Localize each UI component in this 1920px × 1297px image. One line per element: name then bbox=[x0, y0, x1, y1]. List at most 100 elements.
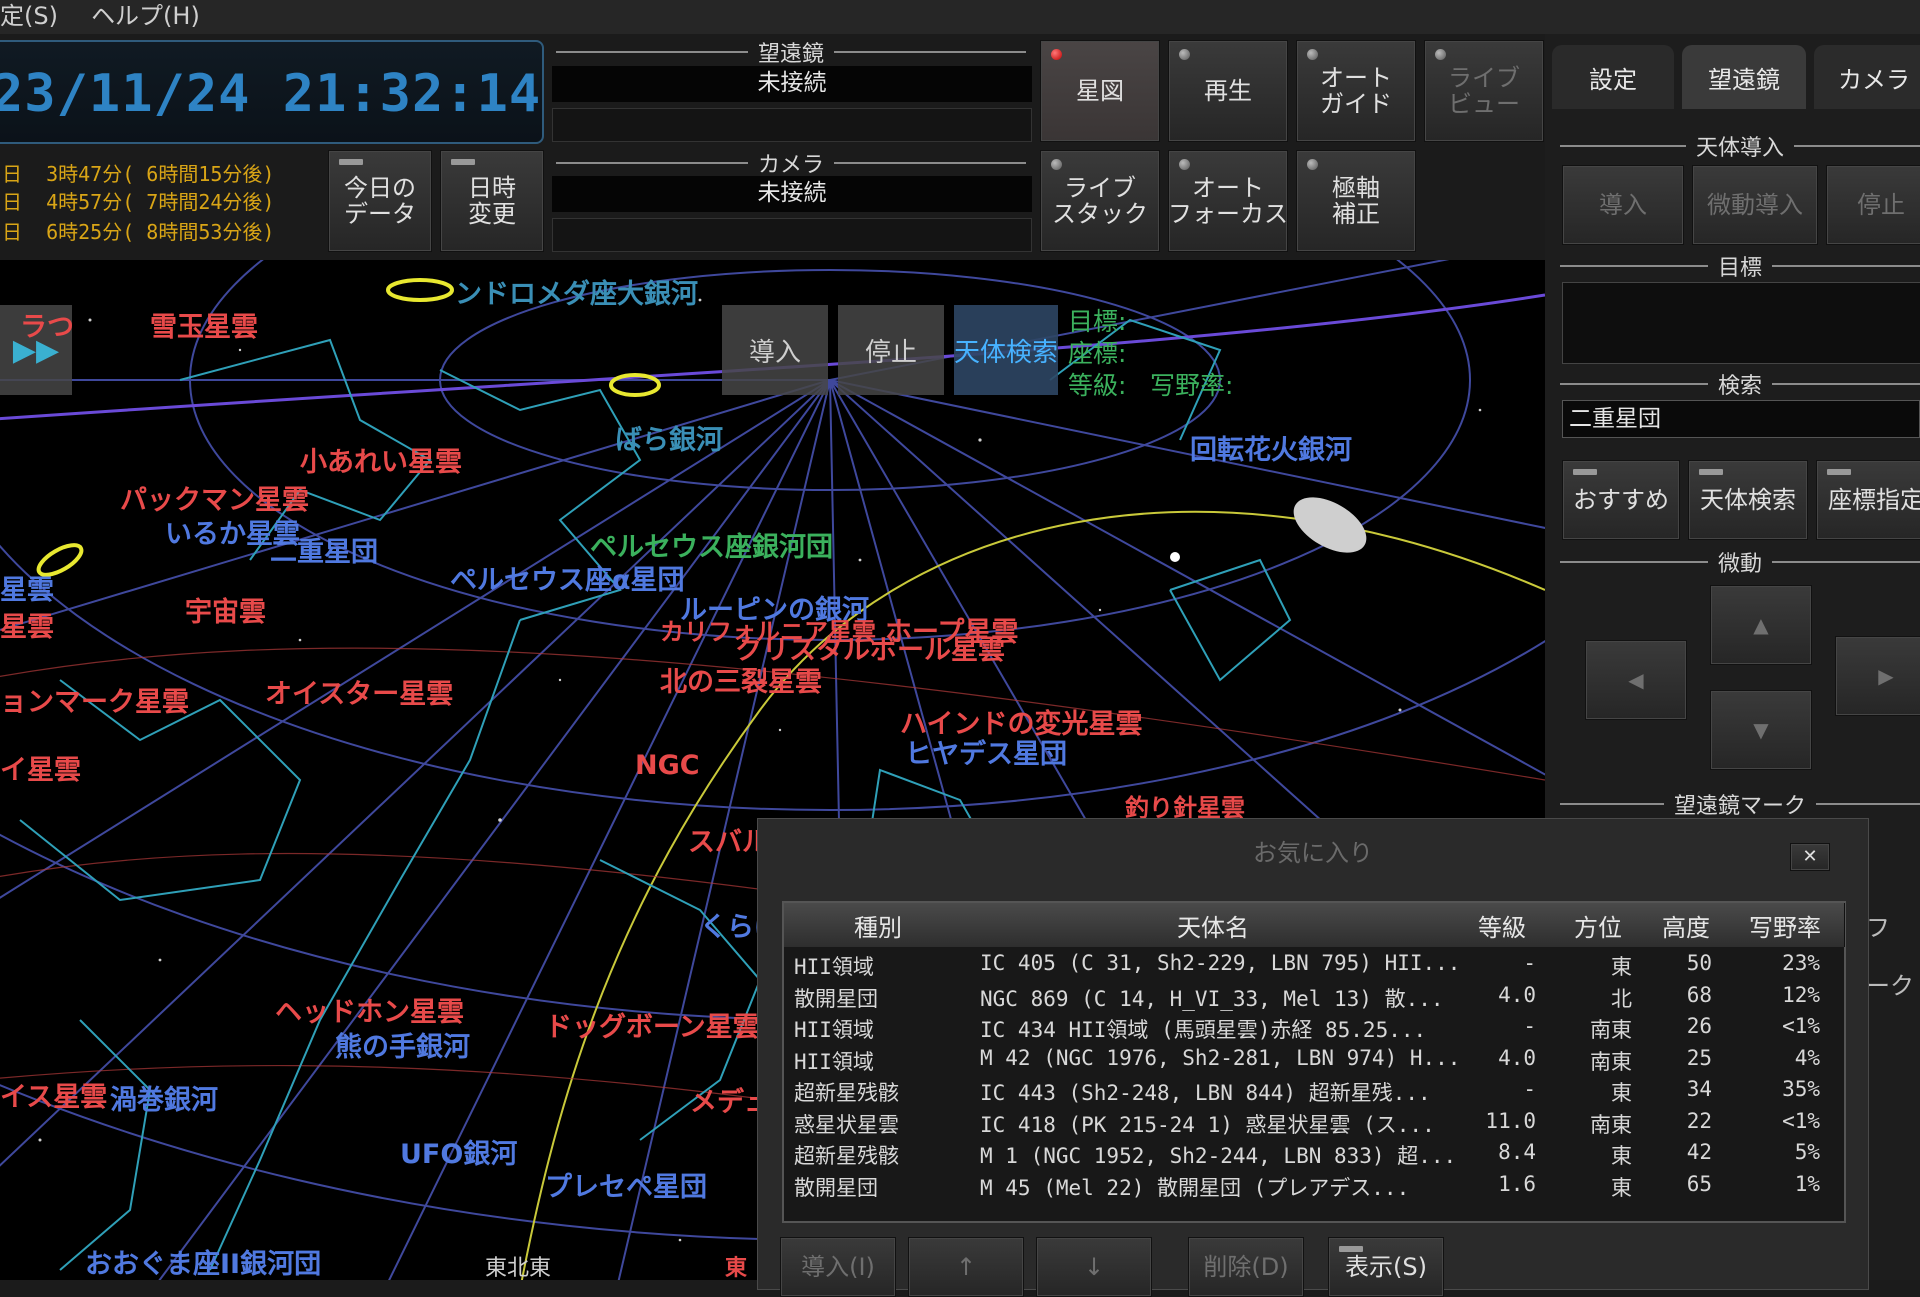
move-down-button[interactable]: ↓ bbox=[1036, 1237, 1152, 1297]
label-dogbone[interactable]: ドッグボーン星雲 bbox=[545, 1005, 760, 1044]
label-oyster[interactable]: オイスター星雲 bbox=[265, 672, 453, 711]
label-small-dumbbell[interactable]: 小あれい星雲 bbox=[300, 440, 462, 479]
object-search-label: 天体検索 bbox=[1700, 486, 1796, 514]
live-stack-button[interactable]: ライブ スタック bbox=[1040, 150, 1160, 252]
label-hyades[interactable]: ヒヤデス星団 bbox=[905, 732, 1067, 771]
table-row[interactable]: HII領域 IC 405 (C 31, Sh2-229, LBN 795) HII… bbox=[784, 949, 1844, 980]
tab-settings[interactable]: 設定 bbox=[1552, 45, 1674, 109]
cell-magnitude: - bbox=[1523, 1014, 1536, 1038]
compass-direction: 東北東 bbox=[485, 1256, 552, 1280]
jog-down-icon[interactable]: ▼ bbox=[1710, 690, 1812, 770]
jog-left-icon[interactable]: ◀ bbox=[1585, 640, 1687, 720]
label-north-trifid[interactable]: 北の三裂星雲 bbox=[660, 660, 822, 699]
sky-stop-button[interactable]: 停止 bbox=[838, 305, 944, 395]
table-row[interactable]: HII領域 IC 434 HII領域 (馬頭星雲)赤経 85.25... - 南東 26… bbox=[784, 1012, 1844, 1043]
label-ursa-major-cluster[interactable]: おおぐま座II銀河団 bbox=[85, 1242, 321, 1280]
label-question[interactable]: ョンマーク星雲 bbox=[0, 680, 189, 719]
recommend-button[interactable]: おすすめ bbox=[1562, 460, 1680, 540]
column-header-name[interactable]: 天体名 bbox=[972, 903, 1455, 947]
delete-button[interactable]: 削除(D) bbox=[1188, 1237, 1304, 1297]
column-header-azimuth[interactable]: 方位 bbox=[1550, 903, 1647, 947]
label-bara[interactable]: ばら銀河 bbox=[615, 418, 723, 457]
sky-search-button[interactable]: 天体検索 bbox=[954, 305, 1058, 395]
cell-type: 惑星状星雲 bbox=[794, 1112, 899, 1137]
table-row[interactable]: 散開星団 NGC 869 (C 14, H_VI_33, Mel 13) 散...… bbox=[784, 981, 1844, 1012]
status-led bbox=[1051, 159, 1062, 170]
menu-bar: 定(S) ヘルプ(H) bbox=[0, 0, 1920, 34]
table-row[interactable]: 散開星団 M 45 (Mel 22) 散開星団 (プレアデス... 1.6 東 65 1% bbox=[784, 1170, 1844, 1201]
cell-magnitude: - bbox=[1523, 1077, 1536, 1101]
search-input[interactable]: 二重星団 bbox=[1562, 400, 1920, 438]
playback-button[interactable]: 再生 bbox=[1168, 40, 1288, 142]
fine-goto-button[interactable]: 微動導入 bbox=[1692, 165, 1818, 245]
cell-name: M 45 (Mel 22) 散開星団 (プレアデス... bbox=[980, 1175, 1410, 1200]
label-andromeda[interactable]: ンドロメダ座大銀河 bbox=[455, 272, 698, 311]
label-cosmic[interactable]: 宇宙雲 bbox=[185, 590, 266, 629]
show-label: 表示(S) bbox=[1345, 1253, 1427, 1281]
stop-button[interactable]: 停止 bbox=[1826, 165, 1920, 245]
object-search-button[interactable]: 天体検索 bbox=[1688, 460, 1808, 540]
menu-item-settings[interactable]: 定(S) bbox=[0, 2, 58, 30]
stop-label: 停止 bbox=[1857, 191, 1905, 219]
change-datetime-label: 日時 変更 bbox=[468, 174, 516, 228]
column-header-fov[interactable]: 写野率 bbox=[1726, 903, 1845, 947]
goto-section: 天体導入 bbox=[1560, 130, 1920, 162]
fine-goto-label: 微動導入 bbox=[1707, 191, 1803, 219]
table-row[interactable]: 惑星状星雲 IC 418 (PK 215-24 1) 惑星状星雲 (ス... 11.… bbox=[784, 1107, 1844, 1138]
cell-altitude: 34 bbox=[1686, 1077, 1712, 1101]
today-data-button[interactable]: 今日の データ bbox=[328, 150, 432, 252]
polar-align-button[interactable]: 極軸 補正 bbox=[1296, 150, 1416, 252]
label-ufo[interactable]: UFO銀河 bbox=[400, 1132, 517, 1171]
label-left-a[interactable]: イ星雲 bbox=[0, 748, 81, 787]
label-snowball[interactable]: 雪玉星雲 bbox=[150, 305, 258, 344]
label-pinwheel[interactable]: 回転花火銀河 bbox=[1190, 428, 1352, 467]
column-header-altitude[interactable]: 高度 bbox=[1646, 903, 1727, 947]
label-wall[interactable]: 星雲 bbox=[0, 568, 54, 607]
auto-focus-button[interactable]: オート フォーカス bbox=[1168, 150, 1288, 252]
column-header-type[interactable]: 種別 bbox=[784, 903, 973, 947]
cell-type: 散開星団 bbox=[794, 1175, 878, 1200]
label-nebula-left[interactable]: ラつ bbox=[20, 305, 74, 344]
move-up-button[interactable]: ↑ bbox=[908, 1237, 1024, 1297]
jog-up-icon[interactable]: ▲ bbox=[1710, 585, 1812, 665]
column-header-magnitude[interactable]: 等級 bbox=[1454, 903, 1551, 947]
label-bear-paw[interactable]: 熊の手銀河 bbox=[335, 1025, 470, 1064]
star-chart-button[interactable]: 星図 bbox=[1040, 40, 1160, 142]
sky-goto-button[interactable]: 導入 bbox=[722, 305, 828, 395]
cell-altitude: 25 bbox=[1686, 1045, 1712, 1070]
label-double-cluster[interactable]: 二重星団 bbox=[270, 530, 378, 569]
datetime-text: 23/11/24 21:32:14 bbox=[0, 64, 542, 124]
telescope-mark-section: 望遠鏡マーク bbox=[1560, 788, 1920, 820]
tab-telescope[interactable]: 望遠鏡 bbox=[1682, 45, 1806, 109]
label-left-c[interactable]: イス星雲 bbox=[0, 1075, 107, 1114]
coord-input-button[interactable]: 座標指定 bbox=[1816, 460, 1920, 540]
cell-magnitude: - bbox=[1523, 951, 1536, 975]
label-ngc[interactable]: NGC bbox=[635, 750, 700, 781]
label-spiral[interactable]: 渦巻銀河 bbox=[110, 1078, 218, 1117]
partial-label-2: ーク bbox=[1866, 972, 1914, 1000]
label-alpha-per[interactable]: ペルセウス座α星団 bbox=[450, 558, 685, 597]
label-left-b[interactable]: 星雲 bbox=[0, 605, 54, 644]
auto-guide-button[interactable]: オート ガイド bbox=[1296, 40, 1416, 142]
auto-guide-label: オート ガイド bbox=[1320, 64, 1392, 118]
rise-time-1: 日 3時47分( 6時間15分後) bbox=[2, 162, 275, 186]
close-icon[interactable]: ✕ bbox=[1790, 843, 1830, 871]
table-row[interactable]: HII領域 M 42 (NGC 1976, Sh2-281, LBN 974) H… bbox=[784, 1044, 1844, 1075]
cell-azimuth: 東 bbox=[1611, 1081, 1632, 1105]
show-button[interactable]: 表示(S) bbox=[1328, 1237, 1444, 1297]
label-headphone[interactable]: ヘッドホン星雲 bbox=[275, 990, 464, 1029]
camera-status: 未接続 bbox=[552, 176, 1032, 212]
menu-item-help[interactable]: ヘルプ(H) bbox=[91, 2, 200, 30]
jog-section: 微動 bbox=[1560, 546, 1920, 578]
change-datetime-button[interactable]: 日時 変更 bbox=[440, 150, 544, 252]
label-praesepe[interactable]: プレセペ星団 bbox=[545, 1165, 707, 1204]
live-view-button[interactable]: ライブ ビュー bbox=[1424, 40, 1544, 142]
cell-altitude: 65 bbox=[1686, 1171, 1712, 1196]
cell-azimuth: 東 bbox=[1611, 1175, 1632, 1200]
table-row[interactable]: 超新星残骸 IC 443 (Sh2-248, LBN 844) 超新星残... - 東… bbox=[784, 1075, 1844, 1106]
jog-right-icon[interactable]: ▶ bbox=[1835, 636, 1920, 716]
fav-goto-button[interactable]: 導入(I) bbox=[780, 1237, 896, 1297]
goto-button[interactable]: 導入 bbox=[1562, 165, 1684, 245]
table-row[interactable]: 超新星残骸 M 1 (NGC 1952, Sh2-244, LBN 833) 超.… bbox=[784, 1138, 1844, 1169]
tab-camera[interactable]: カメラ bbox=[1814, 45, 1920, 109]
